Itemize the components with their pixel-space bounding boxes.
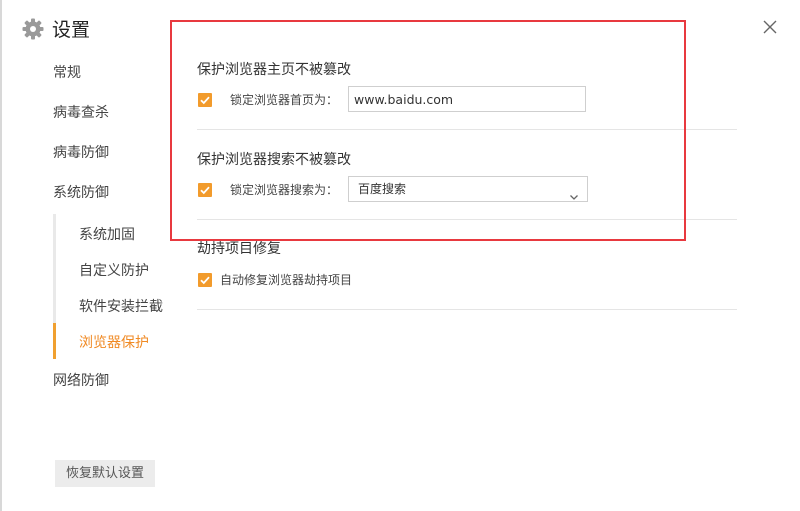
sidebar-subitem-system-hardening[interactable]: 系统加固	[79, 225, 135, 245]
window-left-border	[0, 0, 2, 511]
sidebar-item-network-defense[interactable]: 网络防御	[53, 371, 109, 391]
sidebar-item-virus-scan[interactable]: 病毒查杀	[53, 103, 109, 123]
highlight-box	[170, 20, 686, 241]
submenu-active-indicator	[53, 323, 56, 359]
hijack-repair-checkbox[interactable]	[198, 273, 212, 287]
restore-defaults-button[interactable]: 恢复默认设置	[55, 460, 155, 487]
hijack-section-title: 劫持项目修复	[197, 241, 281, 257]
sidebar-item-virus-defense[interactable]: 病毒防御	[53, 143, 109, 163]
hijack-repair-label: 自动修复浏览器劫持项目	[220, 273, 353, 287]
gear-icon	[21, 17, 45, 41]
sidebar-subitem-custom-protection[interactable]: 自定义防护	[79, 261, 149, 281]
checkmark-icon	[200, 276, 210, 285]
section-divider	[197, 309, 737, 310]
sidebar-item-system-defense[interactable]: 系统防御	[53, 183, 109, 203]
window-title: 设置	[52, 19, 91, 41]
close-icon[interactable]	[759, 16, 781, 38]
sidebar-item-general[interactable]: 常规	[53, 63, 81, 83]
sidebar-subitem-browser-protection[interactable]: 浏览器保护	[79, 333, 149, 353]
sidebar-subitem-install-block[interactable]: 软件安装拦截	[79, 297, 163, 317]
